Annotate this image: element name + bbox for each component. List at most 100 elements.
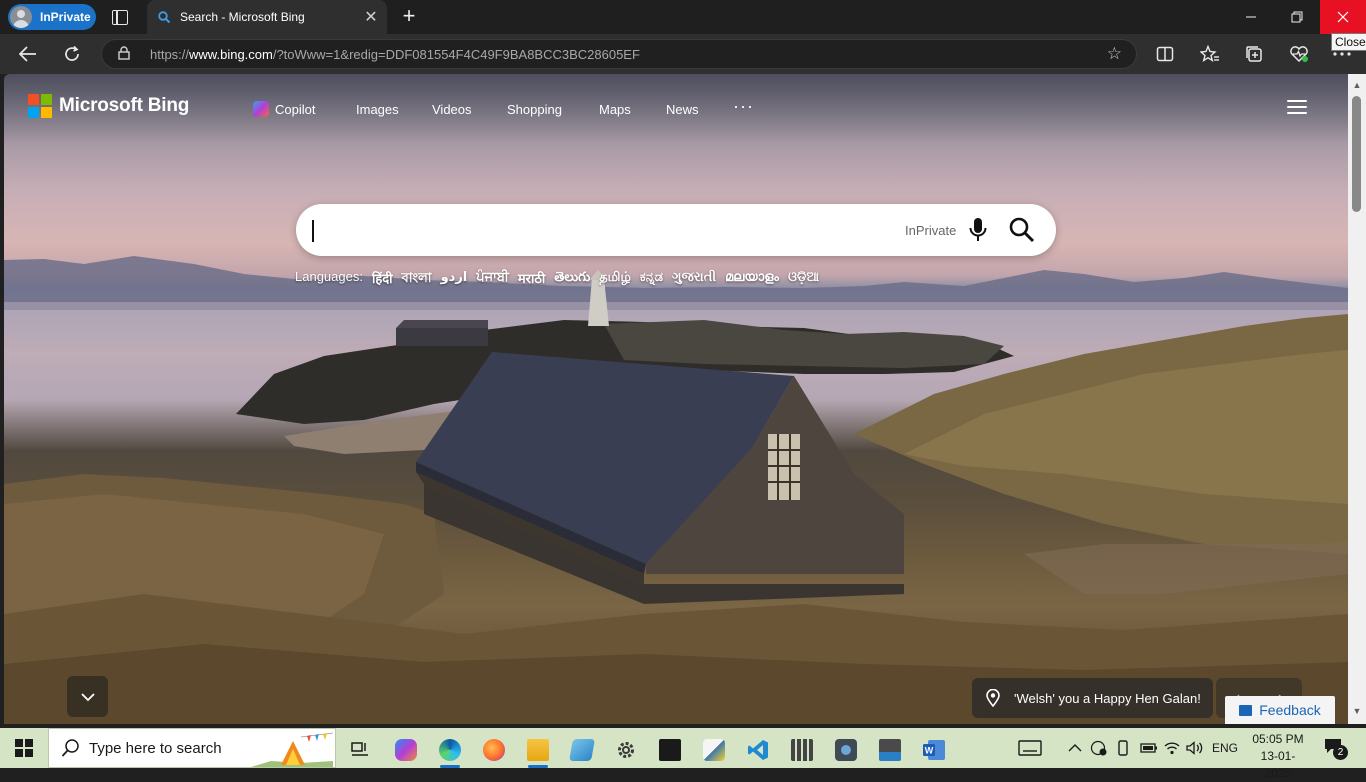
settings-taskbar-icon[interactable] xyxy=(606,732,646,768)
minimize-button[interactable] xyxy=(1228,0,1274,34)
address-bar[interactable]: https://www.bing.com/?toWww=1&redig=DDF0… xyxy=(101,39,1137,69)
page-viewport: Microsoft Bing Copilot Images Videos Sho… xyxy=(4,74,1348,724)
search-input[interactable] xyxy=(316,216,876,244)
restore-button[interactable] xyxy=(1274,0,1320,34)
copilot-app-icon xyxy=(395,739,417,761)
input-language[interactable]: ENG xyxy=(1212,728,1238,768)
clock-date: 13-01-2025 xyxy=(1260,749,1296,780)
new-tab-button[interactable]: + xyxy=(397,4,421,28)
touch-keyboard-icon[interactable] xyxy=(1018,728,1042,768)
volume-icon[interactable] xyxy=(1186,728,1204,768)
back-arrow-icon[interactable] xyxy=(16,42,40,66)
favorites-icon[interactable] xyxy=(1198,42,1222,66)
edge-taskbar-icon[interactable] xyxy=(430,732,470,768)
task-view-icon[interactable] xyxy=(340,732,380,768)
language-link[interactable]: ଓଡ଼ିଆ xyxy=(788,269,819,290)
file-explorer-taskbar-icon[interactable] xyxy=(518,732,558,768)
inprivate-profile-button[interactable]: InPrivate xyxy=(8,4,96,30)
url-text[interactable]: https://www.bing.com/?toWww=1&redig=DDF0… xyxy=(150,47,640,62)
feedback-button[interactable]: Feedback xyxy=(1225,696,1335,724)
terminal-taskbar-icon[interactable] xyxy=(650,732,690,768)
scroll-up-arrow-icon[interactable]: ▲ xyxy=(1352,80,1362,90)
network-vpn-icon[interactable] xyxy=(1090,728,1108,768)
browser-essentials-icon[interactable] xyxy=(1287,42,1311,66)
nav-videos[interactable]: Videos xyxy=(432,100,472,118)
bing-logo[interactable]: Microsoft Bing xyxy=(28,94,189,118)
chevron-down-icon xyxy=(80,692,95,701)
language-link[interactable]: বাংলা xyxy=(402,269,432,290)
calculator-icon xyxy=(791,739,813,761)
windows-start-icon[interactable] xyxy=(15,739,33,757)
python-taskbar-icon[interactable] xyxy=(694,732,734,768)
tab-active[interactable]: Search - Microsoft Bing ✕ xyxy=(147,0,387,34)
refresh-icon[interactable] xyxy=(60,42,84,66)
brand-name: Microsoft Bing xyxy=(59,95,190,116)
image-caption[interactable]: 'Welsh' you a Happy Hen Galan! xyxy=(972,678,1213,718)
scroll-down-button[interactable] xyxy=(67,676,108,717)
language-link[interactable]: हिंदी xyxy=(372,269,393,290)
logo-square-green xyxy=(41,94,52,105)
start-square xyxy=(25,739,33,747)
vscode-taskbar-icon[interactable] xyxy=(738,732,778,768)
tab-title: Search - Microsoft Bing xyxy=(180,10,305,24)
firefox-taskbar-icon[interactable] xyxy=(474,732,514,768)
language-link[interactable]: اردو xyxy=(441,269,468,290)
language-link[interactable]: తెలుగు xyxy=(554,269,590,290)
nav-maps[interactable]: Maps xyxy=(599,100,631,118)
nav-copilot[interactable]: Copilot xyxy=(253,100,315,118)
taskbar-clock[interactable]: 05:05 PM 13-01-2025 xyxy=(1248,731,1308,782)
svg-text:W: W xyxy=(925,746,934,756)
browser-toolbar: https://www.bing.com/?toWww=1&redig=DDF0… xyxy=(0,34,1366,74)
hamburger-menu-icon[interactable] xyxy=(1287,100,1307,116)
photos-taskbar-icon[interactable] xyxy=(562,732,602,768)
language-link[interactable]: മലയാളം xyxy=(725,269,779,290)
background-photo xyxy=(4,256,1348,724)
remote-desktop-taskbar-icon[interactable] xyxy=(870,732,910,768)
nav-images[interactable]: Images xyxy=(356,100,399,118)
image-caption-text: 'Welsh' you a Happy Hen Galan! xyxy=(1014,690,1201,706)
camera-taskbar-icon[interactable] xyxy=(826,732,866,768)
language-link[interactable]: தமிழ் xyxy=(599,269,631,290)
microsoft-logo-icon xyxy=(28,94,52,118)
taskbar-search-box[interactable]: Type here to search xyxy=(48,728,336,768)
close-window-button[interactable] xyxy=(1320,0,1366,34)
word-taskbar-icon[interactable]: W xyxy=(914,732,954,768)
logo-square-yellow xyxy=(41,107,52,118)
url-path: /?toWww=1&redig=DDF081554F4C49F9BA8BCC3B… xyxy=(272,46,640,62)
close-tooltip: Close xyxy=(1331,33,1366,51)
feedback-bubble-icon xyxy=(1239,704,1253,716)
microphone-icon[interactable] xyxy=(968,217,988,243)
lock-icon[interactable] xyxy=(118,45,134,63)
languages-bar: Languages: हिंदी বাংলা اردو ਪੰਜਾਬੀ मराठी… xyxy=(295,269,819,290)
text-caret xyxy=(312,220,314,242)
page-scrollbar[interactable]: ▲ ▼ xyxy=(1348,74,1366,724)
firefox-app-icon xyxy=(483,739,505,761)
scroll-thumb[interactable] xyxy=(1352,96,1361,212)
copilot-taskbar-icon[interactable] xyxy=(386,732,426,768)
notification-center-icon[interactable]: 2 xyxy=(1324,738,1348,760)
nav-shopping[interactable]: Shopping xyxy=(507,100,562,118)
language-link[interactable]: ಕನ್ನಡ xyxy=(640,269,663,290)
split-screen-icon[interactable] xyxy=(1153,42,1177,66)
language-link[interactable]: मराठी xyxy=(518,269,545,290)
logo-square-blue xyxy=(28,107,39,118)
scroll-down-arrow-icon[interactable]: ▼ xyxy=(1352,706,1362,716)
battery-icon[interactable] xyxy=(1140,728,1158,768)
phone-link-icon[interactable] xyxy=(1116,728,1130,768)
favorite-star-icon[interactable]: ☆ xyxy=(1107,44,1122,64)
wifi-icon[interactable] xyxy=(1164,728,1180,768)
nav-more-button[interactable]: ··· xyxy=(733,96,754,117)
tab-actions-icon[interactable] xyxy=(108,7,130,27)
tab-close-icon[interactable]: ✕ xyxy=(363,7,379,27)
collections-icon[interactable] xyxy=(1242,42,1266,66)
calculator-taskbar-icon[interactable] xyxy=(782,732,822,768)
search-box[interactable]: InPrivate xyxy=(296,204,1056,256)
url-scheme: https:// xyxy=(150,46,190,62)
show-hidden-icons-icon[interactable] xyxy=(1068,728,1082,768)
festive-bonfire-icon xyxy=(251,732,333,767)
language-link[interactable]: ਪੰਜਾਬੀ xyxy=(476,269,509,290)
search-icon[interactable] xyxy=(1008,216,1036,244)
language-link[interactable]: ગુજરાતી xyxy=(672,269,716,290)
nav-news[interactable]: News xyxy=(666,100,699,118)
url-host: www.bing.com xyxy=(189,46,273,62)
